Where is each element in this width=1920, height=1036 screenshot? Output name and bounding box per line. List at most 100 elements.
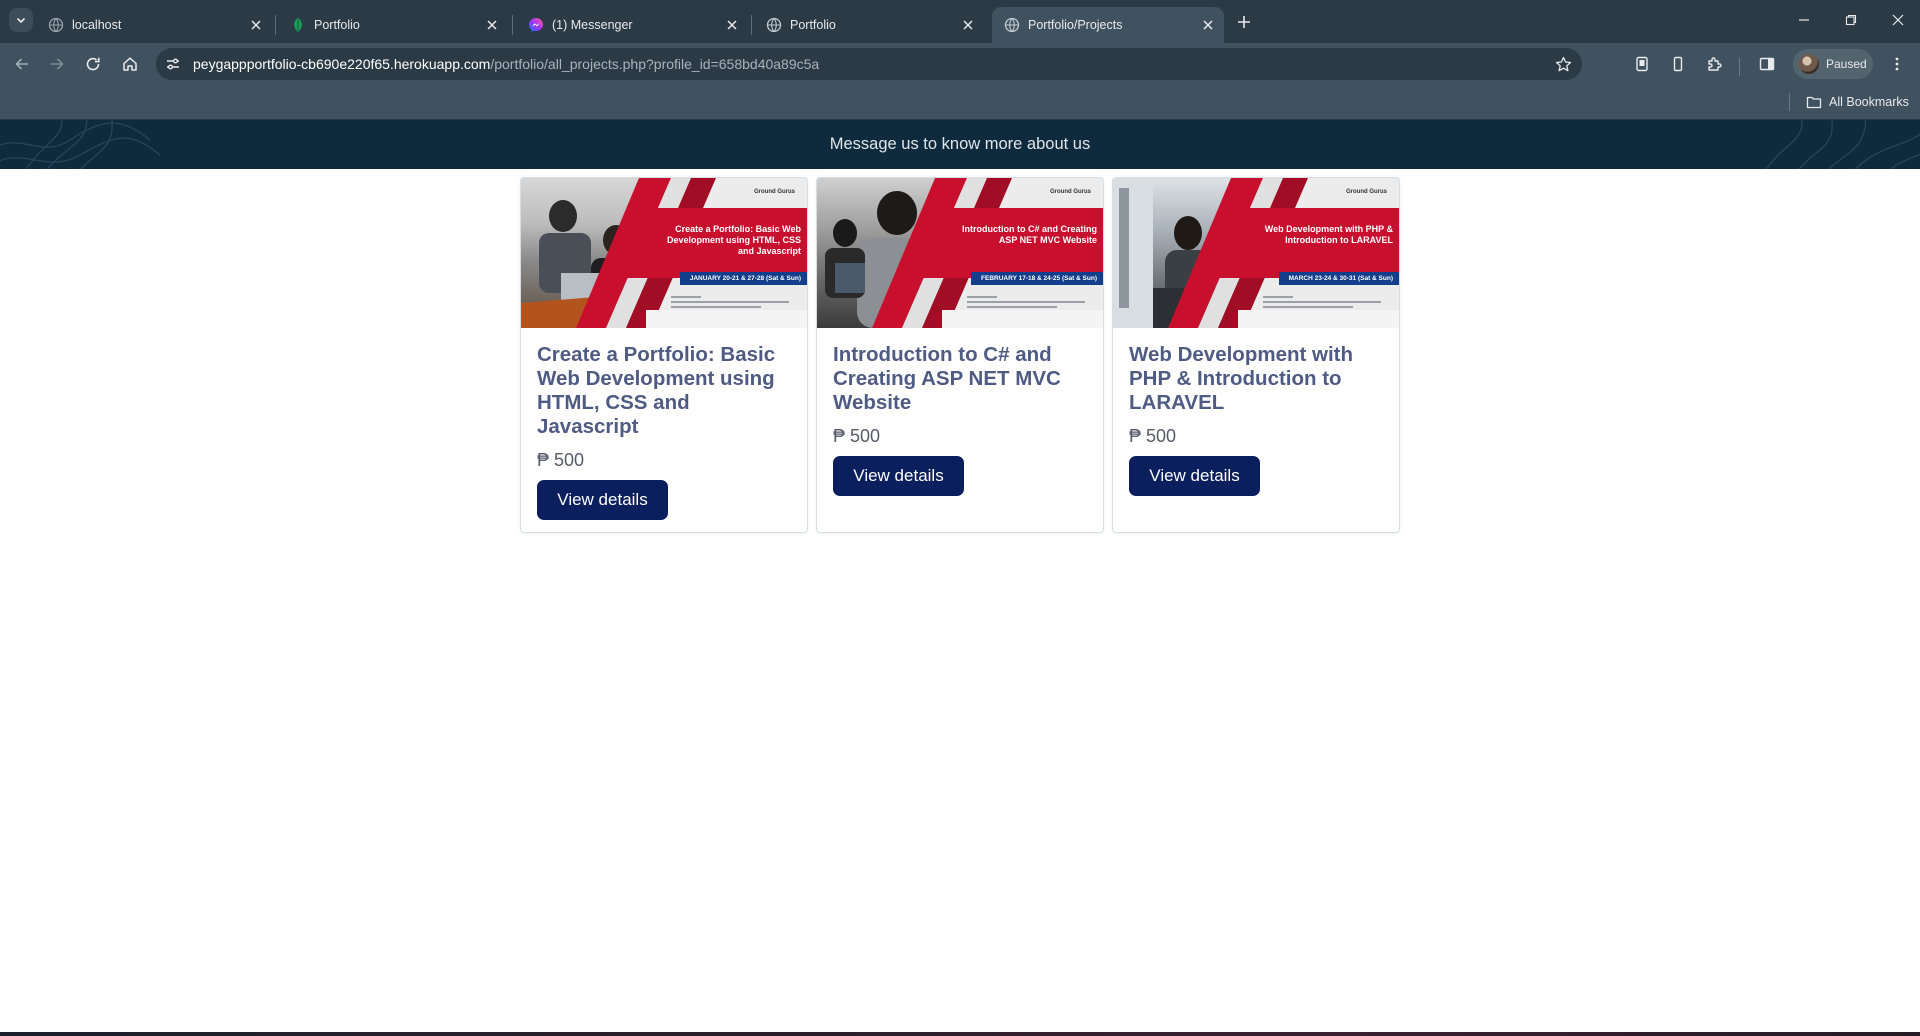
tab-separator: [751, 15, 752, 35]
close-icon[interactable]: [248, 17, 264, 33]
url-host: peygappportfolio-cb690e220f65.herokuapp.…: [193, 56, 491, 72]
puzzle-icon: [1707, 56, 1722, 71]
close-window-button[interactable]: [1884, 8, 1912, 32]
toolbar: peygappportfolio-cb690e220f65.herokuapp.…: [0, 43, 1920, 84]
thumbnail-headline: Web Development with PHP & Introduction …: [1264, 224, 1393, 245]
avatar: [1799, 54, 1819, 74]
home-icon: [123, 57, 137, 71]
projects-grid: Ground Gurus Create a Portfolio: Basic W…: [520, 177, 1402, 533]
thumbnail-dates: FEBRUARY 17-18 & 24-25 (Sat & Sun): [971, 272, 1103, 285]
project-price: ₱ 500: [1129, 426, 1177, 446]
forward-button[interactable]: [44, 51, 70, 77]
profile-button[interactable]: Paused: [1793, 49, 1873, 79]
project-thumbnail[interactable]: Ground Gurus Create a Portfolio: Basic W…: [521, 178, 807, 328]
site-info-icon[interactable]: [164, 55, 182, 73]
home-button[interactable]: [117, 51, 143, 77]
back-button[interactable]: [9, 51, 35, 77]
tab-separator: [512, 15, 513, 35]
taskbar-edge: [0, 1032, 1920, 1036]
tab-portfolio-2[interactable]: Portfolio: [754, 7, 984, 43]
phone-button[interactable]: [1666, 52, 1690, 76]
page-content: Message us to know more about us Ground …: [0, 120, 1920, 1032]
close-icon[interactable]: [484, 17, 500, 33]
star-icon: [1555, 56, 1571, 71]
project-price: ₱ 500: [537, 450, 585, 470]
close-icon[interactable]: [960, 17, 976, 33]
tab-portfolio-projects[interactable]: Portfolio/Projects: [992, 7, 1224, 43]
chevron-down-icon: [16, 17, 26, 24]
tab-localhost[interactable]: localhost: [36, 7, 272, 43]
close-icon: [1892, 14, 1904, 26]
message-banner[interactable]: Message us to know more about us: [0, 120, 1920, 169]
reload-button[interactable]: [80, 51, 106, 77]
tab-portfolio-1[interactable]: Portfolio: [278, 7, 508, 43]
bookmarks-bar: All Bookmarks: [0, 84, 1920, 120]
tab-search-button[interactable]: [9, 8, 33, 32]
restore-button[interactable]: [1837, 8, 1865, 32]
arrow-right-icon: [51, 58, 64, 70]
project-title: Create a Portfolio: Basic Web Developmen…: [537, 343, 776, 438]
thumbnail-brand: Ground Gurus: [1050, 189, 1091, 195]
bookmark-star-button[interactable]: [1554, 55, 1572, 73]
card-body: Web Development with PHP & Introduction …: [1129, 343, 1385, 496]
extensions-button[interactable]: [1702, 52, 1726, 76]
toolbar-separator: [1739, 58, 1740, 76]
close-icon[interactable]: [1200, 17, 1216, 33]
thumbnail-brand: Ground Gurus: [1346, 189, 1387, 195]
project-price: ₱ 500: [833, 426, 881, 446]
project-card: Ground Gurus Web Development with PHP & …: [1112, 177, 1400, 533]
minimize-button[interactable]: [1790, 8, 1818, 32]
globe-icon: [1004, 17, 1020, 33]
tab-title: Portfolio: [314, 18, 360, 32]
side-panel-button[interactable]: [1755, 52, 1779, 76]
side-panel-icon: [1759, 57, 1775, 71]
thumbnail-brand: Ground Gurus: [754, 189, 795, 195]
globe-icon: [766, 17, 782, 33]
view-details-button[interactable]: View details: [537, 480, 668, 520]
tab-title: localhost: [72, 18, 122, 32]
card-body: Introduction to C# and Creating ASP NET …: [833, 343, 1089, 496]
tab-title: (1) Messenger: [552, 18, 633, 32]
all-bookmarks-button[interactable]: All Bookmarks: [1806, 92, 1909, 112]
tab-strip: localhost Portfolio (1) Messenger Portfo…: [0, 0, 1920, 43]
project-thumbnail[interactable]: Ground Gurus Introduction to C# and Crea…: [817, 178, 1103, 328]
tab-separator: [275, 15, 276, 35]
thumbnail-headline: Introduction to C# and Creating ASP NET …: [962, 224, 1097, 245]
url-text: peygappportfolio-cb690e220f65.herokuapp.…: [193, 56, 819, 72]
plus-icon: [1238, 16, 1250, 28]
view-details-button[interactable]: View details: [1129, 456, 1260, 496]
messenger-icon: [529, 18, 543, 32]
address-bar[interactable]: peygappportfolio-cb690e220f65.herokuapp.…: [156, 48, 1582, 80]
new-tab-button[interactable]: [1232, 10, 1256, 34]
menu-button[interactable]: [1885, 52, 1909, 76]
folder-icon: [1806, 96, 1822, 109]
project-thumbnail[interactable]: Ground Gurus Web Development with PHP & …: [1113, 178, 1399, 328]
profile-status: Paused: [1826, 57, 1867, 71]
reload-icon: [86, 57, 100, 71]
extension-button[interactable]: [1630, 52, 1654, 76]
more-vert-icon: [1895, 57, 1899, 71]
minimize-icon: [1799, 19, 1809, 21]
close-icon[interactable]: [724, 17, 740, 33]
thumbnail-fineprint: [671, 296, 791, 310]
arrow-left-icon: [15, 58, 28, 70]
tab-messenger[interactable]: (1) Messenger: [516, 7, 748, 43]
bookmarks-separator: [1789, 93, 1790, 111]
extension-badge-icon: [1636, 56, 1648, 72]
thumbnail-headline: Create a Portfolio: Basic Web Developmen…: [666, 224, 801, 256]
project-card: Ground Gurus Introduction to C# and Crea…: [816, 177, 1104, 533]
leaf-icon: [294, 18, 302, 32]
tab-title: Portfolio: [790, 18, 836, 32]
all-bookmarks-label: All Bookmarks: [1829, 95, 1909, 109]
restore-icon: [1845, 14, 1857, 26]
banner-text: Message us to know more about us: [829, 135, 1091, 153]
thumbnail-fineprint: [967, 296, 1087, 310]
thumbnail-fineprint: [1263, 296, 1383, 310]
project-title: Introduction to C# and Creating ASP NET …: [833, 343, 1061, 414]
thumbnail-dates: JANUARY 20-21 & 27-28 (Sat & Sun): [679, 272, 807, 285]
view-details-button[interactable]: View details: [833, 456, 964, 496]
project-card: Ground Gurus Create a Portfolio: Basic W…: [520, 177, 808, 533]
project-title: Web Development with PHP & Introduction …: [1129, 343, 1354, 414]
url-path: /portfolio/all_projects.php?profile_id=6…: [490, 56, 820, 72]
card-body: Create a Portfolio: Basic Web Developmen…: [537, 343, 793, 520]
